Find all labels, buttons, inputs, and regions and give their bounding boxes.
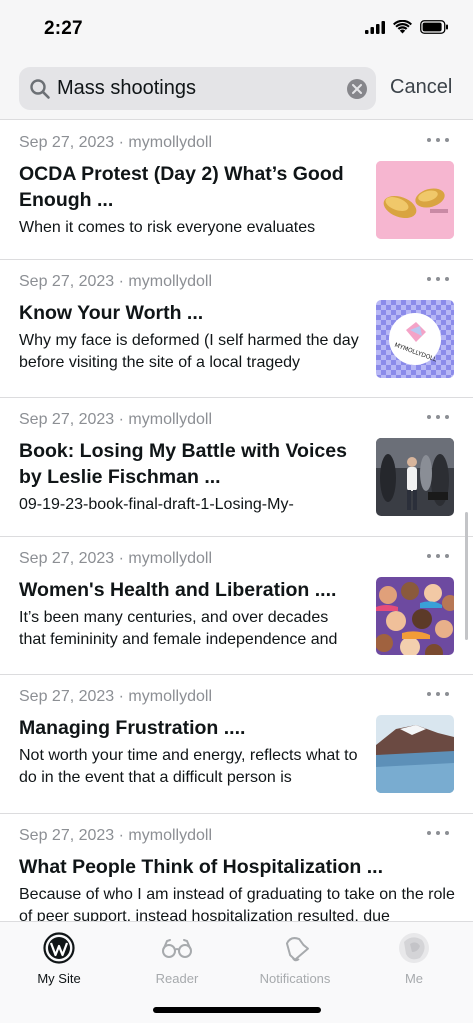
more-options-button[interactable] (427, 135, 449, 145)
crowd-photo-image (376, 438, 454, 517)
post-title[interactable]: OCDA Protest (Day 2) What’s Good Enough … (19, 161, 355, 213)
post-excerpt: Not worth your time and energy, reflects… (19, 747, 358, 787)
post-date: Sep 27, 2023 (19, 272, 115, 290)
post-thumbnail[interactable] (376, 161, 454, 239)
status-icons (365, 20, 449, 34)
list-item[interactable]: Sep 27, 2023 · mymollydoll Women's Healt… (0, 537, 473, 676)
tab-my-site[interactable]: My Site (0, 932, 118, 986)
list-item[interactable]: Sep 27, 2023 · mymollydoll Know Your Wor… (0, 260, 473, 399)
battery-icon (420, 20, 448, 34)
post-date: Sep 27, 2023 (19, 826, 115, 844)
wordpress-icon (43, 932, 75, 964)
tab-label: Me (404, 971, 424, 986)
clear-search-icon[interactable] (347, 79, 367, 99)
mountain-lake-image (376, 715, 454, 794)
avatar-icon (399, 933, 429, 963)
post-author[interactable]: mymollydoll (128, 134, 212, 151)
post-meta: Sep 27, 2023 · mymollydoll (19, 688, 212, 706)
bell-icon (285, 937, 309, 962)
post-excerpt: 09-19-23-book-final-draft-1-Losing-My- (19, 496, 294, 514)
wifi-icon (393, 20, 412, 34)
post-meta: Sep 27, 2023 · mymollydoll (19, 272, 212, 290)
home-indicator[interactable] (153, 1007, 321, 1013)
post-meta: Sep 27, 2023 · mymollydoll (19, 826, 212, 844)
post-title[interactable]: Know Your Worth ... (19, 300, 355, 326)
post-thumbnail[interactable] (376, 438, 454, 517)
more-options-button[interactable] (427, 828, 449, 838)
post-date: Sep 27, 2023 (19, 411, 115, 429)
more-options-button[interactable] (427, 412, 449, 422)
more-options-button[interactable] (427, 551, 449, 561)
more-options-button[interactable] (427, 274, 449, 284)
tab-reader[interactable]: Reader (118, 932, 236, 986)
post-title[interactable]: Women's Health and Liberation .... (19, 577, 355, 603)
post-date: Sep 27, 2023 (19, 549, 115, 567)
post-author[interactable]: mymollydoll (128, 550, 212, 567)
post-title[interactable]: Book: Losing My Battle with Voices by Le… (19, 438, 355, 490)
post-date: Sep 27, 2023 (19, 134, 115, 151)
post-excerpt: Because of who I am instead of graduatin… (19, 885, 455, 921)
post-title[interactable]: What People Think of Hospitalization ... (19, 854, 459, 880)
search-results-list[interactable]: Sep 27, 2023 · mymollydoll OCDA Protest … (0, 121, 473, 921)
post-thumbnail[interactable]: MYMOLLYDOLL (376, 299, 454, 378)
more-options-button[interactable] (427, 689, 449, 699)
mymollydoll-logo-image: MYMOLLYDOLL (376, 299, 454, 378)
search-icon (30, 79, 50, 99)
scroll-indicator[interactable] (465, 512, 468, 640)
search-query: Mass shootings (57, 77, 196, 99)
post-meta: Sep 27, 2023 · mymollydoll (19, 411, 212, 429)
glasses-icon (162, 939, 192, 958)
list-item[interactable]: Sep 27, 2023 · mymollydoll Managing Frus… (0, 675, 473, 814)
post-author[interactable]: mymollydoll (128, 411, 212, 428)
cancel-button[interactable]: Cancel (390, 76, 452, 99)
tab-label: Reader (155, 971, 199, 986)
tab-label: Notifications (259, 971, 331, 986)
post-thumbnail[interactable] (376, 576, 454, 655)
list-item[interactable]: Sep 27, 2023 · mymollydoll OCDA Protest … (0, 121, 473, 260)
boxing-gloves-image (376, 161, 454, 239)
post-title[interactable]: Managing Frustration .... (19, 715, 355, 741)
women-illustration-image (376, 576, 454, 655)
list-item[interactable]: Sep 27, 2023 · mymollydoll Book: Losing … (0, 398, 473, 537)
post-thumbnail[interactable] (376, 715, 454, 794)
tab-label: My Site (37, 971, 81, 986)
list-item[interactable]: Sep 27, 2023 · mymollydoll What People T… (0, 814, 473, 921)
search-input[interactable]: Mass shootings (19, 67, 376, 110)
post-excerpt: It’s been many centuries, and over decad… (19, 608, 338, 648)
cellular-signal-icon (365, 20, 385, 34)
status-bar: 2:27 (0, 0, 473, 58)
status-time: 2:27 (44, 18, 83, 39)
post-meta: Sep 27, 2023 · mymollydoll (19, 134, 212, 151)
post-author[interactable]: mymollydoll (128, 827, 212, 844)
tab-notifications[interactable]: Notifications (236, 932, 354, 986)
search-header: Mass shootings Cancel (0, 58, 473, 120)
post-excerpt: Why my face is deformed (I self harmed t… (19, 331, 359, 371)
post-excerpt: When it comes to risk everyone evaluates (19, 219, 316, 236)
tab-me[interactable]: Me (355, 932, 473, 986)
post-meta: Sep 27, 2023 · mymollydoll (19, 549, 212, 567)
post-author[interactable]: mymollydoll (128, 273, 212, 290)
tab-bar: My Site Reader Notifications Me (0, 921, 473, 1023)
post-date: Sep 27, 2023 (19, 688, 115, 706)
post-author[interactable]: mymollydoll (128, 688, 212, 705)
